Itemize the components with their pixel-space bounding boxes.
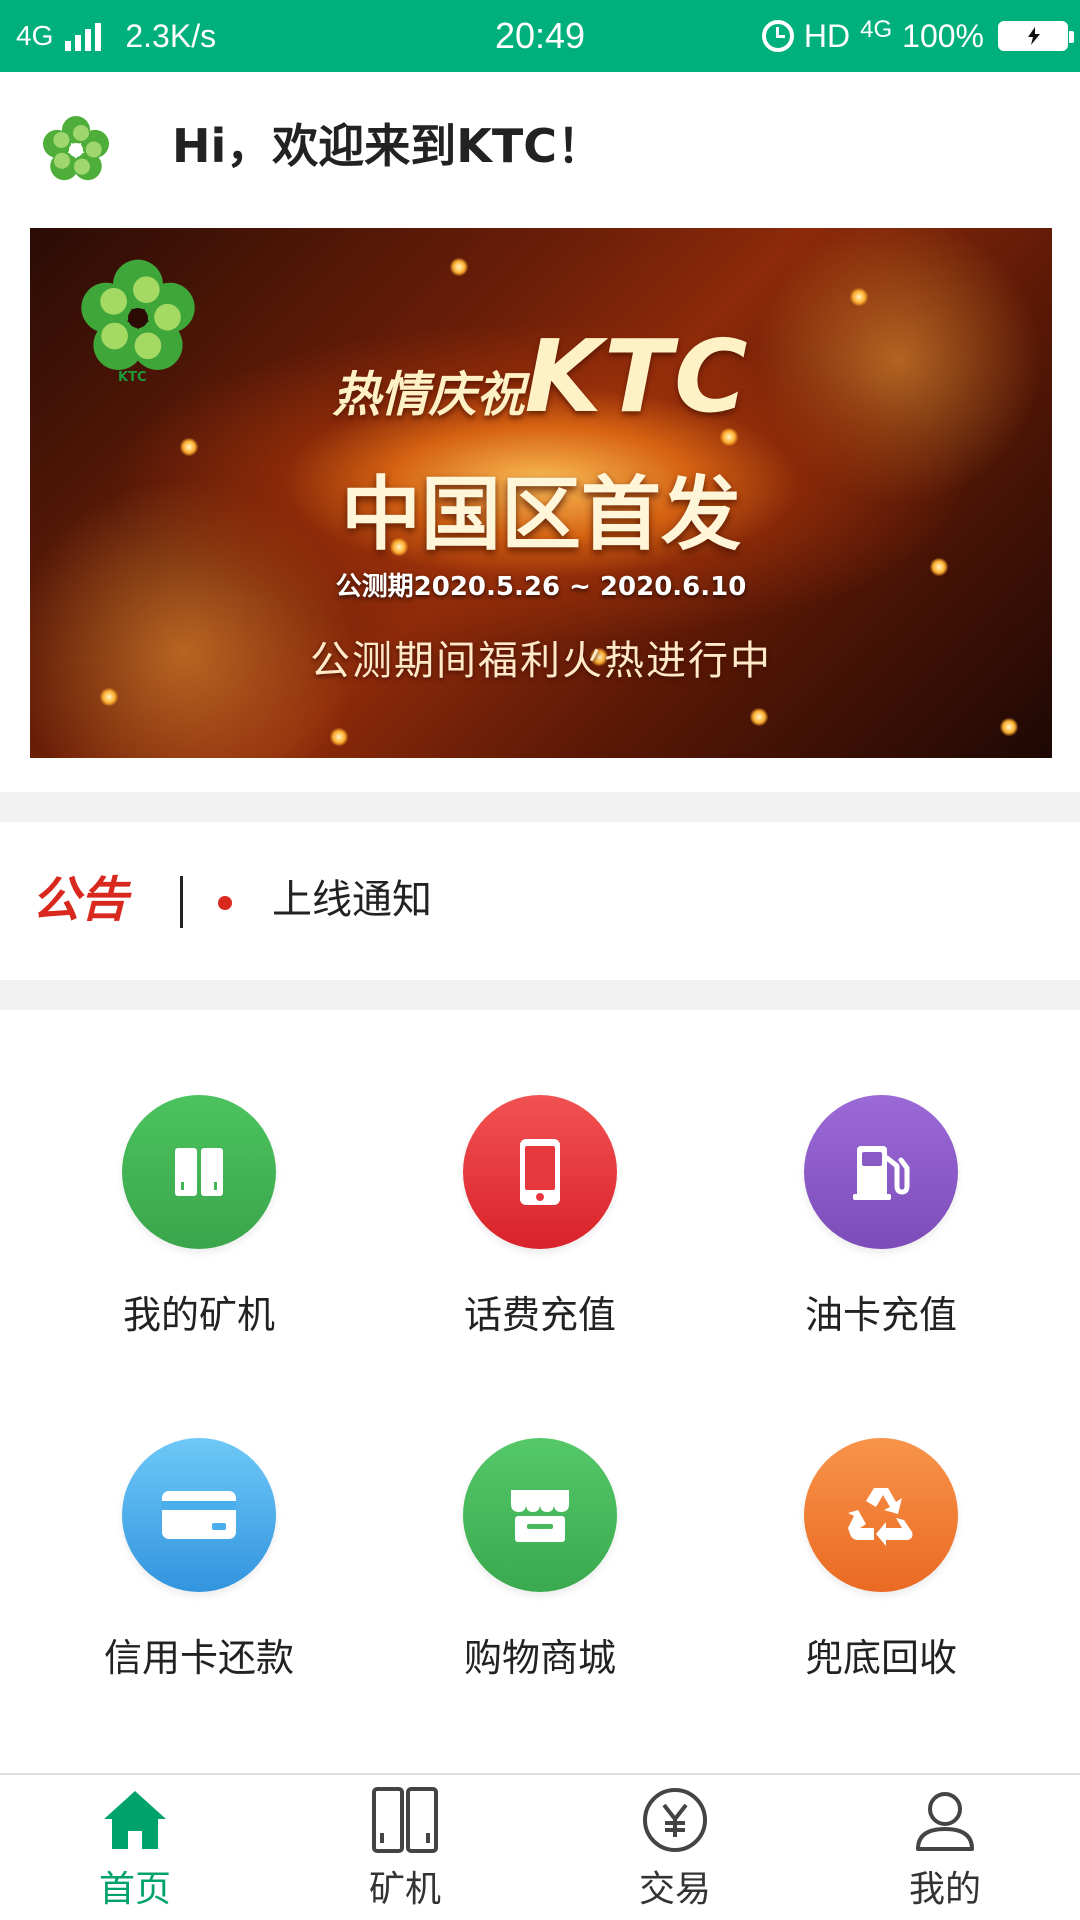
notice-bar[interactable]: 公告 上线通知 [0, 822, 1080, 980]
section-divider [0, 980, 1080, 1010]
service-label: 我的矿机 [122, 1293, 275, 1337]
fuel-pump-icon [804, 1095, 958, 1249]
service-shop[interactable]: 购物商城 [386, 1353, 686, 1680]
banner-headline: 热情庆祝KTC [30, 318, 1052, 435]
tab-miner[interactable]: 矿机 [270, 1775, 540, 1920]
ktc-logo-icon [42, 116, 110, 181]
tab-trade[interactable]: 交易 [540, 1775, 810, 1920]
user-icon [916, 1792, 974, 1851]
service-phone-topup[interactable]: 话费充值 [386, 1010, 686, 1337]
welcome-title: Hi，欢迎来到KTC！ [172, 119, 604, 173]
service-label: 信用卡还款 [103, 1636, 294, 1680]
banner-headline-brand: KTC [524, 318, 750, 435]
service-label: 油卡充值 [804, 1293, 957, 1337]
tab-profile[interactable]: 我的 [810, 1775, 1080, 1920]
service-fuel-card-topup[interactable]: 油卡充值 [727, 1010, 1027, 1337]
miner-icon [122, 1095, 276, 1249]
status-bar: 4G 2.3K/s 20:49 HD 4G 100% [0, 0, 1080, 72]
service-my-miner[interactable]: 我的矿机 [45, 1010, 345, 1337]
promo-banner[interactable]: KTC 热情庆祝KTC 中国区首发 公测期2020.5.26 ~ 2020.6.… [30, 228, 1052, 758]
network-type-secondary: 4G [860, 16, 893, 43]
bottom-tab-bar: 首页 矿机 交易 我的 [0, 1773, 1080, 1920]
service-credit-card-repay[interactable]: 信用卡还款 [45, 1353, 345, 1680]
tab-label: 首页 [98, 1869, 171, 1910]
recycle-icon [804, 1438, 958, 1592]
notice-label: 公告 [32, 872, 129, 928]
notice-text[interactable]: 上线通知 [272, 870, 432, 930]
service-label: 话费充值 [463, 1293, 616, 1337]
alarm-icon [761, 20, 794, 52]
yen-icon [643, 1788, 707, 1852]
welcome-header: Hi，欢迎来到KTC！ [0, 72, 1080, 222]
service-label: 购物商城 [463, 1636, 616, 1680]
battery-percent: 100% [902, 17, 984, 54]
phone-icon [463, 1095, 617, 1249]
hd-indicator: HD [803, 17, 851, 54]
credit-card-icon [122, 1438, 276, 1592]
notice-dot-icon [218, 896, 232, 910]
section-divider [0, 792, 1080, 822]
home-screen: 4G 2.3K/s 20:49 HD 4G 100% Hi，欢迎来到KTC！ K… [0, 0, 1080, 1920]
tab-home[interactable]: 首页 [0, 1775, 270, 1920]
miner-icon [372, 1787, 438, 1853]
tab-label: 矿机 [368, 1869, 441, 1910]
banner-headline-cn: 热情庆祝 [332, 367, 525, 423]
banner-dates: 公测期2020.5.26 ~ 2020.6.10 [335, 572, 747, 602]
notice-divider [180, 876, 183, 928]
tab-label: 我的 [908, 1869, 981, 1910]
shop-icon [463, 1438, 617, 1592]
home-icon [104, 1791, 166, 1849]
banner-tagline: 公测期间福利火热进行中 [310, 638, 772, 684]
service-label: 兜底回收 [804, 1636, 957, 1680]
services-grid: 我的矿机 话费充值 油卡充值 信用卡还款 购物商城 兜底回收 [0, 1010, 1080, 1770]
battery-icon [998, 21, 1074, 51]
banner-subheadline: 中国区首发 [341, 468, 741, 561]
service-recycle[interactable]: 兜底回收 [727, 1353, 1027, 1680]
tab-label: 交易 [638, 1869, 711, 1910]
